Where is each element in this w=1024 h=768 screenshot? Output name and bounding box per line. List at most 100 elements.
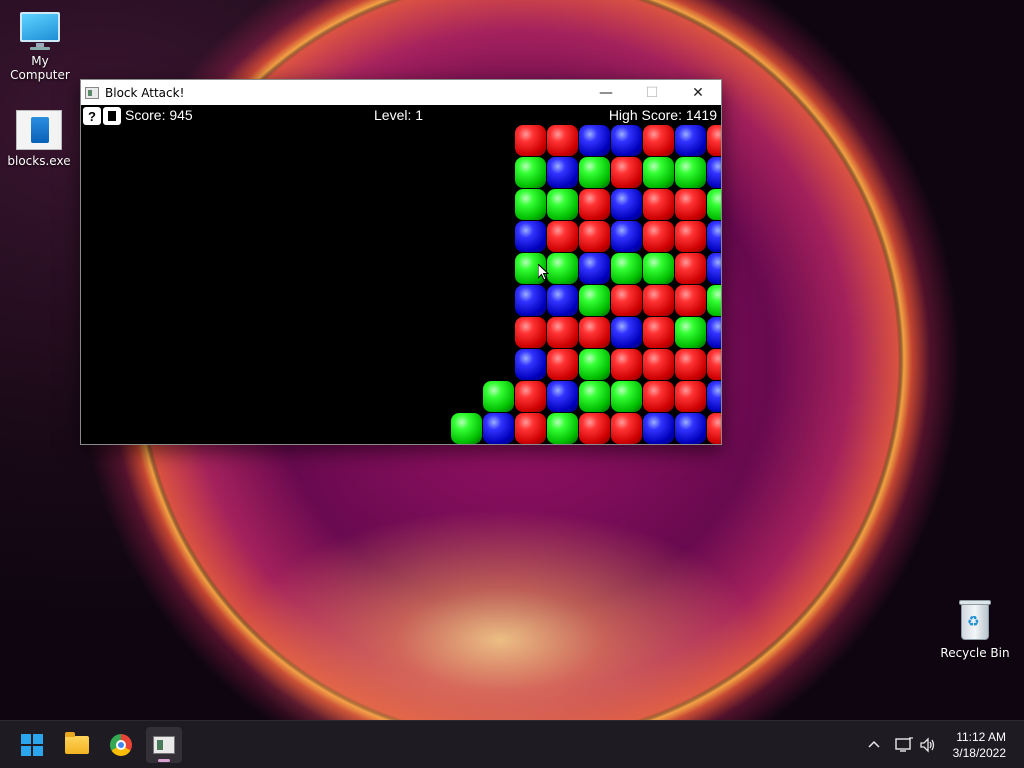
block-green[interactable]: [515, 157, 546, 188]
system-clock[interactable]: 11:12 AM 3/18/2022: [953, 729, 1006, 761]
block-red[interactable]: [643, 189, 674, 220]
block-red[interactable]: [579, 221, 610, 252]
block-attack-window[interactable]: Block Attack! — ☐ ✕ ? Score: 945 Level: …: [80, 79, 722, 445]
block-red[interactable]: [675, 221, 706, 252]
high-score-display: High Score: 1419: [608, 107, 717, 123]
desktop-icon-label: blocks.exe: [7, 154, 71, 168]
block-blue[interactable]: [483, 413, 514, 444]
stop-icon: [108, 111, 116, 121]
block-blue[interactable]: [643, 413, 674, 444]
block-blue[interactable]: [579, 253, 610, 284]
desktop-icon-my-computer[interactable]: My Computer: [0, 10, 80, 82]
block-red[interactable]: [515, 381, 546, 412]
block-red[interactable]: [579, 317, 610, 348]
close-button[interactable]: ✕: [675, 80, 721, 105]
block-green[interactable]: [579, 157, 610, 188]
block-red[interactable]: [579, 413, 610, 444]
start-button[interactable]: [14, 727, 50, 763]
block-red[interactable]: [579, 189, 610, 220]
block-green[interactable]: [579, 349, 610, 380]
clock-date: 3/18/2022: [952, 746, 1006, 760]
chrome-button[interactable]: [103, 727, 139, 763]
block-blue[interactable]: [515, 285, 546, 316]
block-green[interactable]: [707, 189, 721, 220]
block-red[interactable]: [707, 349, 721, 380]
file-explorer-button[interactable]: [59, 727, 95, 763]
block-blue[interactable]: [547, 285, 578, 316]
block-blue[interactable]: [611, 189, 642, 220]
block-red[interactable]: [707, 413, 721, 444]
block-red[interactable]: [611, 157, 642, 188]
block-blue[interactable]: [707, 253, 721, 284]
block-blue[interactable]: [707, 381, 721, 412]
block-red[interactable]: [515, 317, 546, 348]
block-blue[interactable]: [547, 157, 578, 188]
minimize-button[interactable]: —: [583, 80, 629, 105]
block-green[interactable]: [643, 253, 674, 284]
block-red[interactable]: [643, 349, 674, 380]
help-button[interactable]: ?: [83, 107, 101, 125]
volume-tray-button[interactable]: [919, 721, 937, 768]
maximize-button[interactable]: ☐: [629, 80, 675, 105]
block-red[interactable]: [547, 317, 578, 348]
block-red[interactable]: [643, 285, 674, 316]
block-green[interactable]: [643, 157, 674, 188]
block-red[interactable]: [707, 125, 721, 156]
block-blue[interactable]: [579, 125, 610, 156]
block-blue[interactable]: [611, 221, 642, 252]
block-green[interactable]: [547, 253, 578, 284]
block-green[interactable]: [451, 413, 482, 444]
stop-button[interactable]: [103, 107, 121, 125]
block-red[interactable]: [547, 349, 578, 380]
block-green[interactable]: [675, 317, 706, 348]
block-red[interactable]: [547, 221, 578, 252]
block-green[interactable]: [611, 253, 642, 284]
block-blue[interactable]: [611, 317, 642, 348]
block-red[interactable]: [675, 285, 706, 316]
window-title: Block Attack!: [105, 85, 185, 100]
block-red[interactable]: [515, 125, 546, 156]
block-red[interactable]: [611, 349, 642, 380]
block-blue[interactable]: [611, 125, 642, 156]
desktop-icon-blocks-exe[interactable]: blocks.exe: [0, 110, 79, 168]
game-board[interactable]: ? Score: 945 Level: 1 High Score: 1419: [81, 105, 721, 444]
block-green[interactable]: [547, 189, 578, 220]
block-blue[interactable]: [515, 221, 546, 252]
network-tray-button[interactable]: [894, 721, 914, 768]
block-blue[interactable]: [515, 349, 546, 380]
block-green[interactable]: [483, 381, 514, 412]
tray-chevron[interactable]: [866, 721, 882, 768]
block-red[interactable]: [643, 221, 674, 252]
block-green[interactable]: [675, 157, 706, 188]
block-red[interactable]: [675, 189, 706, 220]
block-green[interactable]: [611, 381, 642, 412]
volume-icon: [920, 737, 935, 753]
block-red[interactable]: [643, 317, 674, 348]
block-red[interactable]: [675, 349, 706, 380]
block-red[interactable]: [643, 381, 674, 412]
block-blue[interactable]: [547, 381, 578, 412]
block-red[interactable]: [611, 285, 642, 316]
block-green[interactable]: [579, 285, 610, 316]
block-red[interactable]: [515, 413, 546, 444]
block-green[interactable]: [707, 285, 721, 316]
desktop-icon-recycle-bin[interactable]: ♻ Recycle Bin: [935, 598, 1015, 660]
active-indicator: [158, 759, 170, 762]
block-attack-icon: [153, 736, 175, 754]
clock-time: 11:12 AM: [956, 730, 1006, 744]
block-red[interactable]: [611, 413, 642, 444]
block-green[interactable]: [547, 413, 578, 444]
block-red[interactable]: [643, 125, 674, 156]
block-red[interactable]: [675, 253, 706, 284]
block-green[interactable]: [515, 189, 546, 220]
window-titlebar[interactable]: Block Attack! — ☐ ✕: [81, 80, 721, 105]
block-blue[interactable]: [675, 125, 706, 156]
block-blue[interactable]: [675, 413, 706, 444]
block-attack-taskbar-button[interactable]: [146, 727, 182, 763]
block-red[interactable]: [675, 381, 706, 412]
block-blue[interactable]: [707, 221, 721, 252]
block-red[interactable]: [547, 125, 578, 156]
block-green[interactable]: [579, 381, 610, 412]
block-blue[interactable]: [707, 157, 721, 188]
block-blue[interactable]: [707, 317, 721, 348]
